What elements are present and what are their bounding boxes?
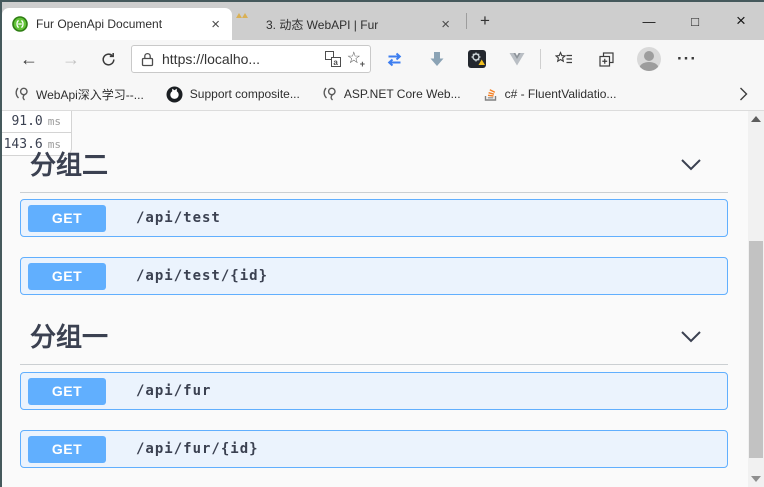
collapse-group-button[interactable]	[680, 158, 702, 176]
bookmark-support-composite[interactable]: Support composite...	[166, 86, 300, 103]
endpoint-path: /api/test	[136, 210, 221, 226]
lock-icon	[141, 52, 154, 67]
response-time-badge: 91.0 ms	[2, 111, 72, 133]
endpoint-row[interactable]: GET /api/test/{id}	[20, 257, 728, 295]
new-tab-button[interactable]: +	[471, 2, 499, 40]
swagger-icon	[12, 16, 28, 32]
tab-separator	[466, 13, 467, 29]
close-window-button[interactable]: ×	[718, 2, 764, 40]
section-divider	[20, 364, 728, 365]
back-button[interactable]: ←	[20, 50, 38, 68]
refresh-icon	[100, 51, 117, 68]
minimize-button[interactable]: —	[626, 2, 672, 40]
download-arrow-icon	[428, 50, 446, 68]
bookmark-label: Support composite...	[190, 87, 300, 101]
vue-devtools-extension-button[interactable]	[508, 51, 526, 67]
bookmark-webapi-learning[interactable]: WebApi深入学习--...	[14, 86, 144, 103]
chevron-right-icon	[739, 86, 748, 102]
http-method-badge: GET	[28, 378, 106, 405]
group-heading[interactable]: 分组一	[30, 317, 108, 354]
close-tab-icon[interactable]: ×	[439, 17, 452, 32]
chevron-down-icon	[680, 158, 702, 171]
favorites-hub-button[interactable]	[555, 51, 574, 67]
endpoint-path: /api/fur/{id}	[136, 441, 259, 457]
auto-refresh-extension-button[interactable]	[385, 50, 404, 69]
vertical-scrollbar[interactable]	[748, 111, 764, 487]
bookmark-fluentvalidation[interactable]: c# - FluentValidatio...	[483, 86, 617, 102]
scrollbar-thumb[interactable]	[749, 241, 763, 458]
tab-title: Fur OpenApi Document	[36, 17, 201, 31]
tab-title: 3. 动态 WebAPI | Fur	[266, 16, 431, 33]
stackoverflow-icon	[483, 86, 498, 102]
section-divider	[20, 192, 728, 193]
collapse-group-button[interactable]	[680, 330, 702, 348]
url-text: https://localho...	[162, 51, 319, 67]
response-time-unit: ms	[48, 115, 61, 128]
profile-avatar[interactable]	[637, 47, 661, 71]
window-controls: — □ ×	[626, 2, 764, 40]
endpoint-path: /api/test/{id}	[136, 268, 268, 284]
star-list-icon	[555, 51, 574, 67]
gear-warning-icon	[468, 50, 486, 68]
scroll-down-arrow-icon[interactable]	[751, 476, 761, 482]
fur-icon	[242, 16, 258, 32]
bookmark-aspnet-core-web[interactable]: ASP.NET Core Web...	[322, 86, 461, 102]
bookmark-label: ASP.NET Core Web...	[344, 87, 461, 101]
vue-logo-icon	[508, 51, 526, 67]
refresh-button[interactable]	[100, 51, 117, 68]
collections-icon	[598, 51, 615, 68]
bookmark-label: WebApi深入学习--...	[36, 86, 144, 103]
swagger-page-content: 91.0 ms 143.6 ms 分组二 GET /api/test GET /…	[2, 111, 764, 487]
endpoint-row[interactable]: GET /api/fur/{id}	[20, 430, 728, 468]
scroll-up-arrow-icon[interactable]	[751, 116, 761, 122]
endpoint-path: /api/fur	[136, 383, 211, 399]
tab-bar: Fur OpenApi Document × 3. 动态 WebAPI | Fu…	[2, 2, 764, 40]
download-extension-button[interactable]	[428, 50, 446, 68]
endpoint-row[interactable]: GET /api/test	[20, 199, 728, 237]
bookmark-label: c# - FluentValidatio...	[505, 87, 617, 101]
github-icon	[166, 86, 183, 103]
forward-button[interactable]: →	[62, 50, 80, 68]
browser-window: Fur OpenApi Document × 3. 动态 WebAPI | Fu…	[0, 0, 764, 487]
response-time-value: 91.0	[11, 114, 42, 129]
group-heading[interactable]: 分组二	[30, 145, 108, 182]
navigation-toolbar: ← → https://localho... a ☆+	[2, 40, 764, 78]
http-method-badge: GET	[28, 205, 106, 232]
close-tab-icon[interactable]: ×	[209, 17, 222, 32]
settings-menu-button[interactable]: ···	[677, 49, 697, 69]
add-favorite-star-icon[interactable]: ☆+	[347, 51, 361, 67]
toolbar-separator	[540, 49, 541, 69]
http-method-badge: GET	[28, 263, 106, 290]
collections-button[interactable]	[598, 51, 615, 68]
translate-icon[interactable]: a	[325, 51, 341, 67]
devtools-extension-button[interactable]	[468, 50, 486, 68]
tab-dongtai-webapi-fur[interactable]: 3. 动态 WebAPI | Fur ×	[232, 8, 462, 40]
bookmarks-overflow-button[interactable]	[739, 86, 748, 102]
cnblogs-icon	[14, 86, 29, 102]
maximize-button[interactable]: □	[672, 2, 718, 40]
bookmarks-bar: WebApi深入学习--... Support composite... ASP…	[2, 78, 764, 111]
cnblogs-icon	[322, 86, 337, 102]
endpoint-row[interactable]: GET /api/fur	[20, 372, 728, 410]
address-bar[interactable]: https://localho... a ☆+	[131, 45, 371, 73]
chevron-down-icon	[680, 330, 702, 343]
http-method-badge: GET	[28, 436, 106, 463]
tab-fur-openapi-document[interactable]: Fur OpenApi Document ×	[2, 8, 232, 40]
sync-arrows-icon	[385, 50, 404, 69]
